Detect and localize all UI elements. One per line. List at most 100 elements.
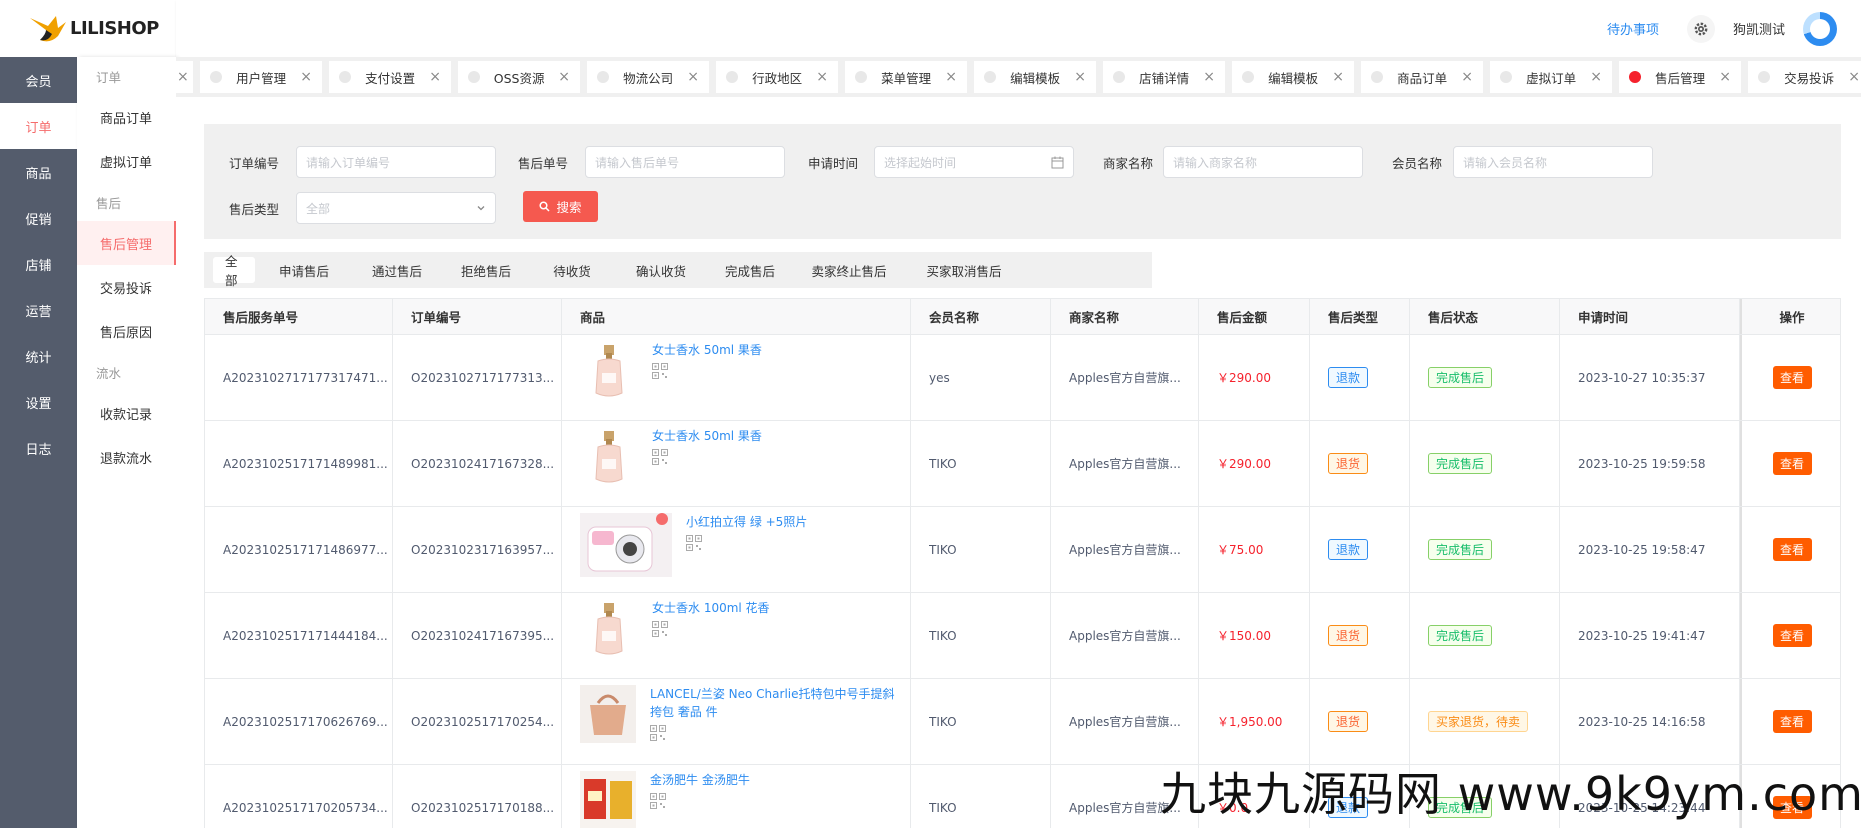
product-image[interactable] [580,599,638,661]
logo[interactable]: LILISHOP [0,0,176,57]
settings-button[interactable] [1686,14,1715,43]
nav-sub-item[interactable]: 虚拟订单 [77,139,176,183]
close-icon[interactable]: × [687,69,699,85]
status-tab[interactable]: 买家取消售后 [907,257,1021,283]
nav-sub-item[interactable]: 交易投诉 [77,265,176,309]
close-icon[interactable]: × [1719,69,1731,85]
goods-name-link[interactable]: 金汤肥牛 金汤肥牛 [650,771,750,789]
order-no-input[interactable]: 请输入订单编号 [296,146,496,178]
goods-name-link[interactable]: LANCEL/兰姿 Neo Charlie托特包中号手提斜挎包 奢品 件 [650,685,900,721]
service-no-input[interactable]: 请输入售后单号 [585,146,785,178]
tab-status-dot-icon [597,71,609,83]
user-name[interactable]: 狗凯测试 [1733,19,1785,38]
nav-main-item[interactable]: 统计 [0,333,77,379]
nav-main-item[interactable]: 日志 [0,425,77,471]
apply-time: 2023-10-25 19:58:47 [1578,542,1706,557]
page-tab[interactable]: 菜单管理 × [845,61,967,93]
close-icon[interactable]: × [1074,69,1086,85]
view-button[interactable]: 查看 [1772,452,1812,475]
store-name: Apples官方自营旗... [1069,371,1181,385]
goods-name-link[interactable]: 女士香水 100ml 花香 [652,599,770,617]
table-body: A2023102717177317471... O2023102717177313… [205,335,1840,828]
status-tab[interactable]: 待收货 [531,257,613,283]
goods-name-link[interactable]: 女士香水 50ml 果香 [652,427,762,445]
product-image[interactable] [580,341,638,403]
page-tab[interactable]: 商品订单 × [1361,61,1483,93]
product-image[interactable] [580,427,638,489]
apply-time-picker[interactable]: 选择起始时间 [874,146,1074,178]
page-tab[interactable]: 编辑模板 × [1232,61,1354,93]
product-image[interactable] [580,685,636,743]
nav-sub-item[interactable]: 商品订单 [77,95,176,139]
close-icon[interactable]: × [558,69,570,85]
product-image[interactable] [580,771,636,828]
avatar[interactable] [1803,11,1837,46]
qrcode-icon[interactable] [650,793,666,809]
page-tab[interactable]: 售后管理 × [1619,61,1741,93]
close-icon[interactable]: × [1203,69,1215,85]
nav-sub-item[interactable]: 售后管理 [77,221,176,265]
todo-link[interactable]: 待办事项 [1607,19,1659,38]
nav-sub-item[interactable]: 退款流水 [77,435,176,479]
qrcode-icon[interactable] [652,449,668,465]
member-input[interactable]: 请输入会员名称 [1453,146,1653,178]
nav-main-item[interactable]: 商品 [0,149,77,195]
page-tab[interactable]: 店铺详情 × [1103,61,1225,93]
page-tab[interactable]: 编辑模板 × [974,61,1096,93]
qrcode-icon[interactable] [650,725,666,741]
qrcode-icon[interactable] [652,363,668,379]
page-tab-label: OSS资源 [493,70,545,86]
nav-main-item[interactable]: 订单 [0,103,77,149]
goods-name-link[interactable]: 小红拍立得 绿 +5照片 [686,513,807,531]
nav-main-item[interactable]: 店铺 [0,241,77,287]
close-icon[interactable]: × [177,69,189,85]
page-tab[interactable]: 虚拟订单 × [1490,61,1612,93]
close-icon[interactable]: × [816,69,828,85]
goods-info: 女士香水 50ml 果香 [652,427,762,465]
nav-sub-item[interactable]: 售后原因 [77,309,176,353]
view-button[interactable]: 查看 [1772,624,1812,647]
page-tab[interactable]: 物流公司 × [587,61,709,93]
page-tab[interactable]: 支付设置 × [329,61,451,93]
nav-main-item[interactable]: 运营 [0,287,77,333]
close-icon[interactable]: × [429,69,441,85]
status-tab[interactable]: 全部 [213,254,255,288]
product-image[interactable] [580,513,672,577]
status-tab[interactable]: 拒绝售后 [441,257,531,283]
tab-partial[interactable]: × [176,61,193,93]
member-name-cell: yes [911,335,1051,420]
view-button[interactable]: 查看 [1772,366,1812,389]
status-tab[interactable]: 卖家终止售后 [791,257,907,283]
page-tab[interactable]: OSS资源 × [458,61,580,93]
page-tab[interactable]: 交易投诉 × [1748,61,1861,93]
nav-main-item[interactable]: 会员 [0,57,77,103]
store-input[interactable]: 请输入商家名称 [1163,146,1363,178]
type-select[interactable]: 全部 [296,192,496,224]
page-tab[interactable]: 用户管理 × [200,61,322,93]
close-icon[interactable]: × [1848,69,1860,85]
type-label: 售后类型 [229,202,280,217]
close-icon[interactable]: × [1332,69,1344,85]
qrcode-icon[interactable] [686,535,702,551]
status-tab[interactable]: 完成售后 [709,257,791,283]
order-no-cell: O2023102717177313... [393,335,562,420]
goods-name-link[interactable]: 女士香水 50ml 果香 [652,341,762,359]
status-tab[interactable]: 确认收货 [613,257,709,283]
close-icon[interactable]: × [945,69,957,85]
qrcode-icon[interactable] [652,621,668,637]
close-icon[interactable]: × [300,69,312,85]
store-name-cell: Apples官方自营旗... [1051,679,1199,764]
search-button[interactable]: 搜索 [523,191,598,222]
nav-main-item[interactable]: 促销 [0,195,77,241]
store-name: Apples官方自营旗... [1069,543,1181,557]
status-tab[interactable]: 申请售后 [255,257,353,283]
member-name: TIKO [929,628,957,643]
status-tab[interactable]: 通过售后 [353,257,441,283]
view-button[interactable]: 查看 [1772,710,1812,733]
close-icon[interactable]: × [1461,69,1473,85]
view-button[interactable]: 查看 [1772,538,1812,561]
page-tab[interactable]: 行政地区 × [716,61,838,93]
nav-main-item[interactable]: 设置 [0,379,77,425]
nav-sub-item[interactable]: 收款记录 [77,391,176,435]
close-icon[interactable]: × [1590,69,1602,85]
